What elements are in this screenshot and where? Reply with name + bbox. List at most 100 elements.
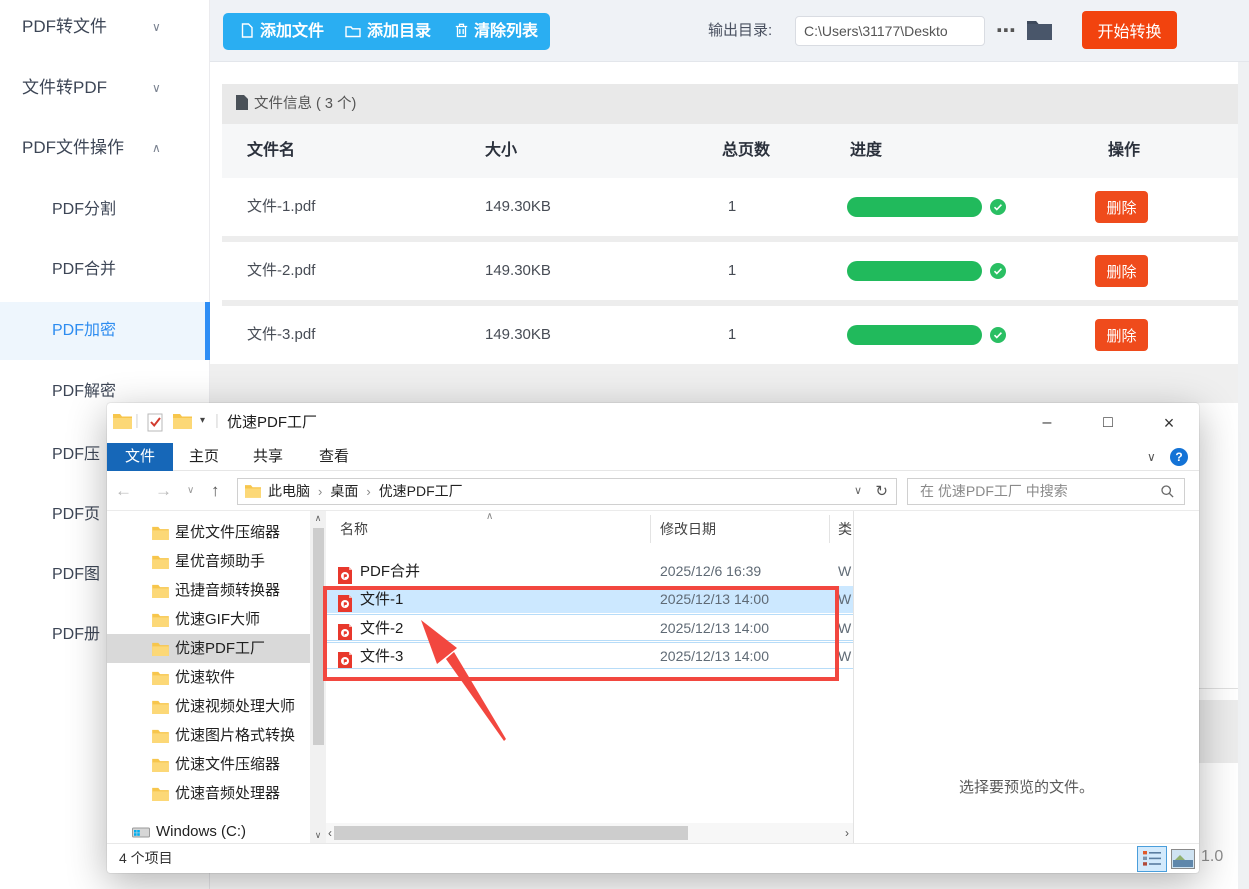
- pdf-file-icon: [337, 591, 353, 613]
- search-input[interactable]: 在 优速PDF工厂 中搜索: [907, 478, 1185, 505]
- add-file-icon: [241, 23, 253, 38]
- tree-item[interactable]: 优速文件压缩器: [107, 750, 310, 779]
- col-name: 文件名: [247, 142, 296, 159]
- delete-button[interactable]: 删除: [1095, 255, 1148, 287]
- clear-list-button[interactable]: 清除列表: [455, 13, 538, 50]
- tree-item[interactable]: 优速软件: [107, 663, 310, 692]
- table-row: 文件-2.pdf 149.30KB 1 删除: [222, 242, 1238, 300]
- progress-bar: [847, 261, 982, 281]
- delete-button[interactable]: 删除: [1095, 319, 1148, 351]
- trash-icon: [455, 23, 468, 38]
- breadcrumb-this-pc[interactable]: 此电脑: [268, 483, 310, 499]
- file-row-selected[interactable]: 文件-1 2025/12/13 14:00 W: [326, 586, 853, 613]
- menu-home[interactable]: 主页: [179, 443, 229, 471]
- ribbon-collapse-icon[interactable]: ∨: [1147, 443, 1156, 471]
- list-col-date[interactable]: 修改日期: [660, 519, 716, 539]
- tree-item[interactable]: 星优文件压缩器: [107, 518, 310, 547]
- sidebar-item-file-to-pdf[interactable]: 文件转PDF ∨: [0, 73, 210, 103]
- file-row[interactable]: PDF合并 2025/12/6 16:39 W: [326, 558, 853, 585]
- scrollbar-thumb[interactable]: [334, 826, 688, 840]
- add-file-button[interactable]: 添加文件: [240, 13, 324, 50]
- details-view-button[interactable]: [1137, 846, 1167, 872]
- scroll-up-icon[interactable]: ∧: [310, 513, 326, 524]
- tree-item[interactable]: 优速视频处理大师: [107, 692, 310, 721]
- tree-item-drive[interactable]: Windows (C:): [107, 817, 310, 843]
- app-window: PDF转文件 ∨ 文件转PDF ∨ PDF文件操作 ∧ PDF分割 PDF合并 …: [0, 0, 1249, 889]
- scroll-down-icon[interactable]: ∨: [310, 830, 326, 841]
- menu-file[interactable]: 文件: [107, 443, 173, 471]
- success-check-icon: [990, 327, 1006, 348]
- output-dir-label: 输出目录:: [708, 22, 773, 39]
- delete-button[interactable]: 删除: [1095, 191, 1148, 223]
- forward-icon[interactable]: →: [155, 471, 172, 511]
- explorer-titlebar[interactable]: | ▾ | 优速PDF工厂 – □ ×: [107, 403, 1199, 443]
- column-divider[interactable]: [829, 515, 830, 543]
- recent-dropdown-icon[interactable]: ∨: [187, 471, 194, 511]
- file-row[interactable]: 文件-2 2025/12/13 14:00 W: [326, 614, 853, 641]
- address-dropdown-icon[interactable]: ∨: [854, 479, 862, 504]
- open-folder-icon[interactable]: [1026, 18, 1053, 46]
- explorer-statusbar: 4 个项目: [107, 843, 1199, 873]
- list-col-type[interactable]: 类: [838, 519, 852, 539]
- tree-item[interactable]: 星优音频助手: [107, 547, 310, 576]
- tree-item-selected[interactable]: 优速PDF工厂: [107, 634, 310, 663]
- maximize-button[interactable]: □: [1085, 403, 1131, 443]
- menu-view[interactable]: 查看: [309, 443, 359, 471]
- address-box[interactable]: 此电脑 › 桌面 › 优速PDF工厂 ∨ ↻: [237, 478, 897, 505]
- sidebar-item-pdf-encrypt[interactable]: PDF加密: [0, 302, 210, 360]
- breadcrumb-separator: ›: [366, 484, 371, 499]
- scrollbar-thumb[interactable]: [312, 528, 324, 745]
- col-action: 操作: [1108, 142, 1141, 159]
- tree-item[interactable]: 优速图片格式转换: [107, 721, 310, 750]
- progress-bar: [847, 325, 982, 345]
- horizontal-scrollbar[interactable]: ‹ ›: [326, 823, 853, 843]
- folder-icon[interactable]: [173, 413, 192, 434]
- folder-tree: 星优文件压缩器 星优音频助手 迅捷音频转换器 优速GIF大师 优速PDF工厂 优…: [107, 511, 310, 843]
- table-row: 文件-1.pdf 149.30KB 1 删除: [222, 178, 1238, 236]
- file-row[interactable]: 文件-3 2025/12/13 14:00 W: [326, 642, 853, 669]
- column-divider[interactable]: [650, 515, 651, 543]
- qat-dropdown-icon[interactable]: ▾: [200, 415, 205, 426]
- thumbnail-view-button[interactable]: [1171, 849, 1195, 869]
- sidebar-item-pdf-split[interactable]: PDF分割: [0, 195, 210, 225]
- menu-share[interactable]: 共享: [243, 443, 293, 471]
- sort-ascending-icon: ∧: [486, 511, 494, 522]
- explorer-addressbar: ← → ∨ ↑ 此电脑 › 桌面 › 优速PDF工厂 ∨ ↻ 在 优速PDF工厂 中搜索: [107, 471, 1199, 511]
- sidebar-item-pdf-operations[interactable]: PDF文件操作 ∧: [0, 133, 210, 163]
- window-title: 优速PDF工厂: [227, 414, 318, 431]
- tree-item[interactable]: 优速音频处理器: [107, 779, 310, 808]
- more-button[interactable]: ⋯: [991, 11, 1021, 51]
- sidebar-item-pdf-to-file[interactable]: PDF转文件 ∨: [0, 12, 210, 42]
- start-convert-button[interactable]: 开始转换: [1082, 11, 1177, 49]
- table-header: 文件名 大小 总页数 进度 操作: [222, 124, 1238, 178]
- breadcrumb-desktop[interactable]: 桌面: [330, 483, 358, 499]
- list-header: ∧ 名称 修改日期 类: [326, 511, 853, 547]
- breadcrumb: 此电脑 › 桌面 › 优速PDF工厂: [268, 479, 463, 504]
- content-background: [210, 364, 1249, 403]
- close-button[interactable]: ×: [1146, 403, 1192, 443]
- col-size: 大小: [485, 142, 518, 159]
- scroll-right-icon[interactable]: ›: [845, 823, 849, 843]
- up-icon[interactable]: ↑: [211, 471, 220, 511]
- chevron-down-icon: ∨: [152, 20, 161, 34]
- list-col-name[interactable]: 名称: [340, 519, 368, 539]
- item-count: 4 个项目: [119, 850, 173, 866]
- breadcrumb-folder[interactable]: 优速PDF工厂: [379, 483, 463, 499]
- help-button[interactable]: ?: [1170, 448, 1188, 466]
- tree-scrollbar[interactable]: ∧ ∨: [310, 511, 326, 843]
- scroll-left-icon[interactable]: ‹: [328, 823, 332, 843]
- quick-access-check-icon[interactable]: [147, 413, 164, 437]
- tree-item[interactable]: 优速GIF大师: [107, 605, 310, 634]
- back-icon[interactable]: ←: [115, 471, 132, 511]
- add-folder-icon: [345, 26, 361, 38]
- toolbar-button-group: 添加文件 添加目录 清除列表: [223, 13, 550, 50]
- breadcrumb-separator: ›: [318, 484, 323, 499]
- add-folder-button[interactable]: 添加目录: [345, 13, 431, 50]
- preview-pane: 选择要预览的文件。: [958, 779, 1094, 796]
- minimize-button[interactable]: –: [1024, 403, 1070, 443]
- sidebar-item-pdf-merge[interactable]: PDF合并: [0, 255, 210, 285]
- tree-item[interactable]: 迅捷音频转换器: [107, 576, 310, 605]
- refresh-icon[interactable]: ↻: [875, 479, 888, 504]
- output-dir-input[interactable]: [795, 16, 985, 46]
- chevron-up-icon: ∧: [152, 141, 161, 155]
